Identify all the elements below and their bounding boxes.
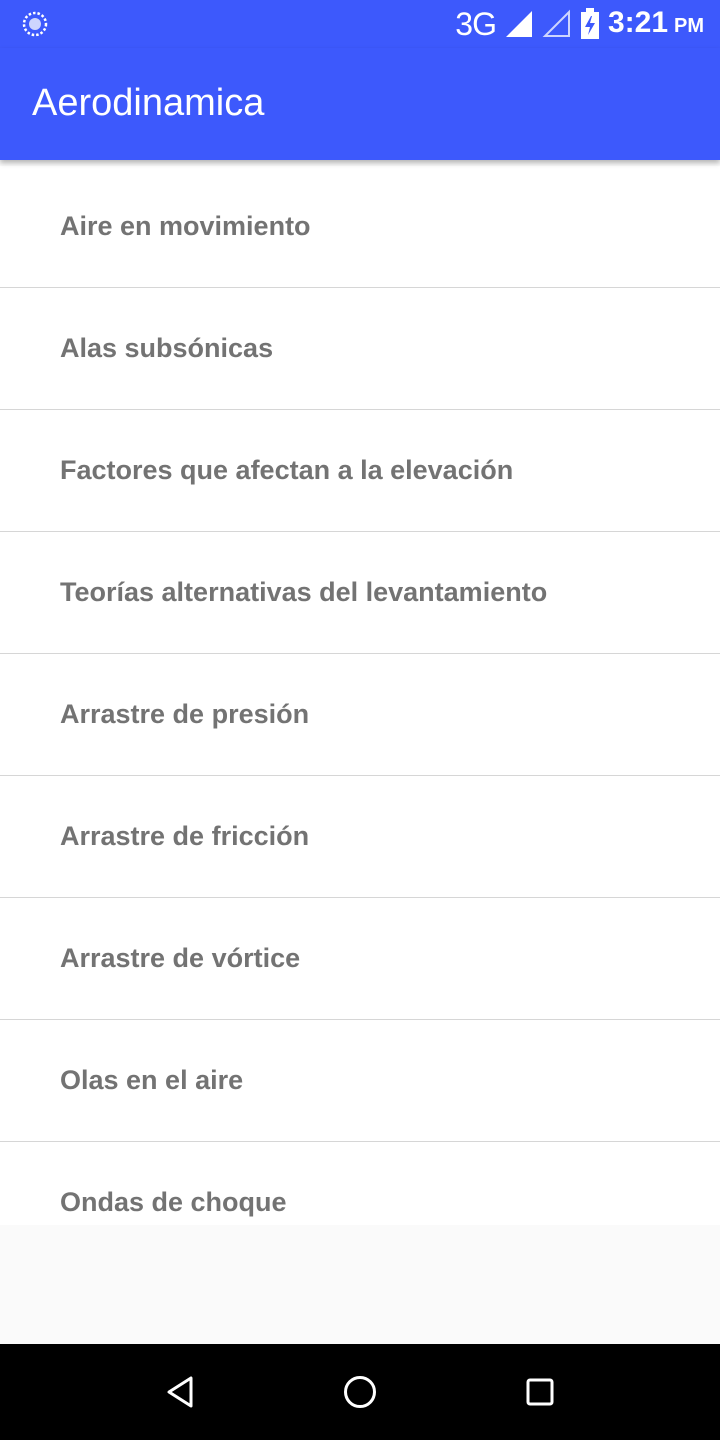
list-item-arrastre-friccion[interactable]: Arrastre de fricción [0, 776, 720, 898]
list-item-label: Arrastre de vórtice [60, 943, 301, 973]
back-icon [167, 1376, 193, 1408]
topic-list[interactable]: Aire en movimiento Alas subsónicas Facto… [0, 166, 720, 1225]
list-item-label: Teorías alternativas del levantamiento [60, 577, 548, 607]
status-ampm: PM [674, 14, 704, 37]
status-bar: 3G 3:21 PM [0, 0, 720, 48]
app-bar: Aerodinamica [0, 48, 720, 160]
list-item-aire-en-movimiento[interactable]: Aire en movimiento [0, 166, 720, 288]
signal-empty-icon [542, 9, 570, 37]
battery-charging-icon [580, 8, 599, 39]
list-item-olas-aire[interactable]: Olas en el aire [0, 1020, 720, 1142]
network-type-label: 3G [455, 6, 497, 42]
list-item-label: Ondas de choque [60, 1187, 287, 1217]
app-title: Aerodinamica [32, 82, 265, 124]
list-item-ondas-choque[interactable]: Ondas de choque [0, 1142, 720, 1225]
list-item-label: Arrastre de presión [60, 699, 310, 729]
list-item-factores-elevacion[interactable]: Factores que afectan a la elevación [0, 410, 720, 532]
list-item-arrastre-vortice[interactable]: Arrastre de vórtice [0, 898, 720, 1020]
list-item-label: Aire en movimiento [60, 211, 311, 241]
home-icon [344, 1376, 376, 1408]
list-item-label: Arrastre de fricción [60, 821, 310, 851]
list-item-arrastre-presion[interactable]: Arrastre de presión [0, 654, 720, 776]
signal-icon [505, 11, 532, 37]
list-item-alas-subsonicas[interactable]: Alas subsónicas [0, 288, 720, 410]
recents-icon [526, 1378, 554, 1406]
list-item-teorias-levantamiento[interactable]: Teorías alternativas del levantamiento [0, 532, 720, 654]
status-right-group: 3G 3:21 PM [455, 0, 704, 48]
list-item-label: Factores que afectan a la elevación [60, 455, 514, 485]
status-time: 3:21 PM [607, 5, 704, 39]
list-item-label: Olas en el aire [60, 1065, 244, 1095]
home-button[interactable] [336, 1368, 384, 1416]
back-button[interactable] [156, 1368, 204, 1416]
sync-icon [22, 11, 48, 37]
recents-button[interactable] [516, 1368, 564, 1416]
navigation-bar [0, 1344, 720, 1440]
list-item-label: Alas subsónicas [60, 333, 274, 363]
